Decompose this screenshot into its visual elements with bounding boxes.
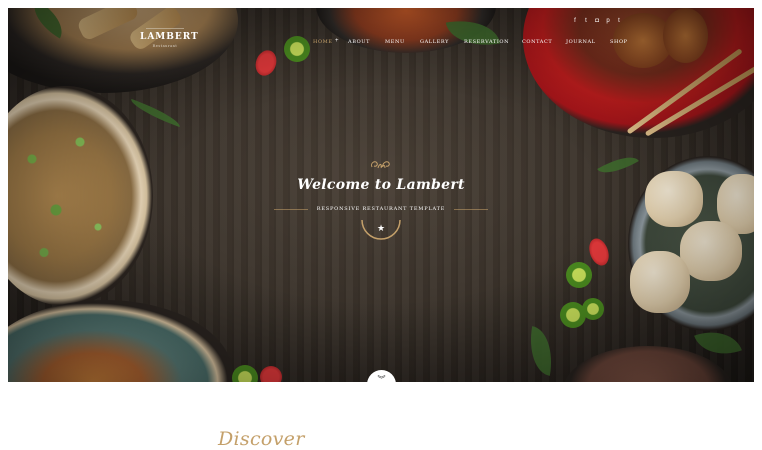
nav-item-journal[interactable]: JOURNAL [566, 39, 596, 45]
nav-item-about[interactable]: ABOUT [348, 39, 370, 45]
logo-subtitle: Restaurant [152, 44, 178, 48]
hero-subtitle: RESPONSIVE RESTAURANT TEMPLATE [316, 206, 446, 212]
vignette-overlay [8, 8, 754, 382]
nav-item-shop[interactable]: SHOP [610, 39, 628, 45]
pinterest-icon[interactable]: p [605, 18, 611, 24]
social-links: f t ◘ p t [572, 18, 622, 24]
hero-title: Welcome to Lambert [297, 177, 465, 193]
tumblr-icon[interactable]: t [616, 18, 622, 24]
nav-item-gallery[interactable]: GALLERY [420, 39, 449, 45]
nav-item-reservation[interactable]: RESERVATION [464, 39, 509, 45]
section-heading: Discover [218, 428, 305, 450]
chevron-double-down-icon: ︾ [377, 375, 386, 384]
logo-text: LAMBERT [140, 32, 199, 42]
nav-item-home[interactable]: HOME [313, 39, 333, 45]
nav-item-menu[interactable]: MENU [385, 39, 405, 45]
nav-home-plus: + [335, 38, 339, 44]
site-logo[interactable]: LAMBERT Restaurant [140, 28, 198, 48]
logo-rule [146, 28, 184, 29]
hero-section [8, 8, 754, 382]
divider-right [454, 209, 488, 210]
twitter-icon[interactable]: t [583, 18, 589, 24]
scroll-down-button[interactable]: ︾ [367, 370, 396, 399]
instagram-icon[interactable]: ◘ [594, 18, 600, 24]
star-icon: ★ [376, 223, 386, 233]
facebook-icon[interactable]: f [572, 18, 578, 24]
ornament-icon [371, 161, 390, 169]
nav-item-contact[interactable]: CONTACT [522, 39, 552, 45]
